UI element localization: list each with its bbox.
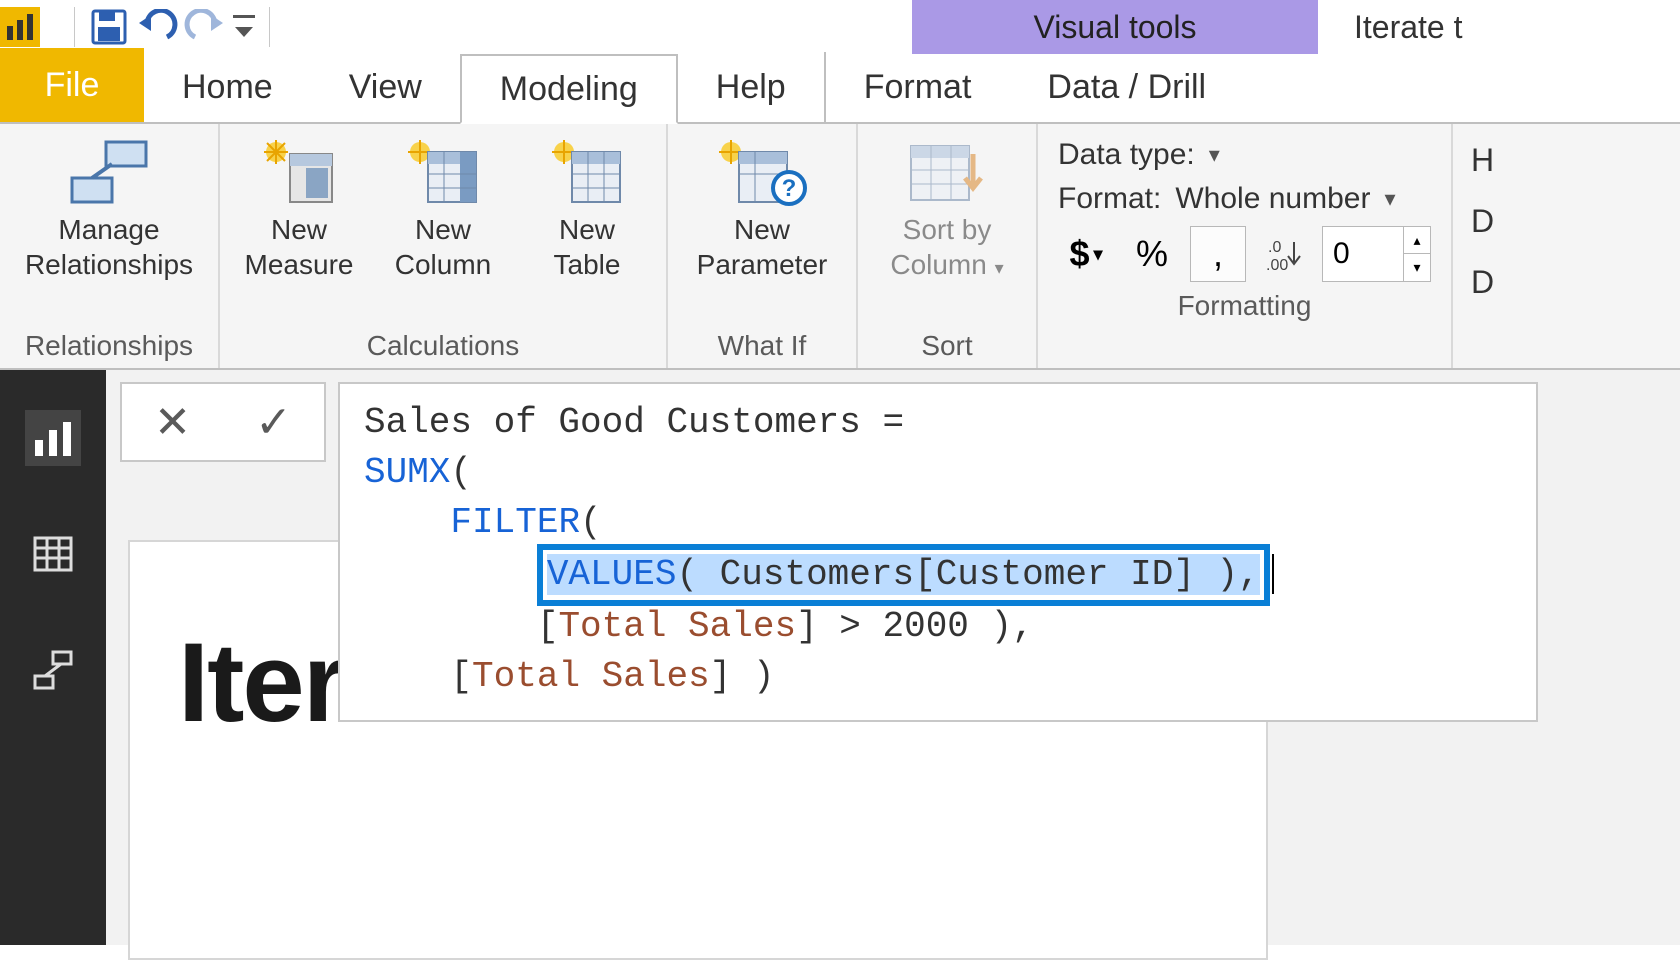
text-cursor xyxy=(1272,554,1274,594)
button-label: New Table xyxy=(554,212,621,282)
undo-button[interactable] xyxy=(133,3,181,51)
dax-function: FILTER xyxy=(450,502,580,543)
formula-bar-buttons: ✕ ✓ xyxy=(120,382,326,462)
group-relationships: Manage Relationships Relationships xyxy=(0,124,220,368)
ribbon-tabs: File Home View Modeling Help Format Data… xyxy=(0,54,1680,124)
format-value[interactable]: Whole number xyxy=(1175,182,1370,216)
tab-view[interactable]: View xyxy=(311,52,460,122)
tab-format[interactable]: Format xyxy=(826,52,1010,122)
contextual-tab-header: Visual tools xyxy=(912,0,1318,54)
dax-editor[interactable]: Sales of Good Customers = SUMX( FILTER( … xyxy=(338,382,1538,722)
tab-modeling[interactable]: Modeling xyxy=(460,54,678,124)
redo-button[interactable] xyxy=(181,3,229,51)
percent-format-button[interactable]: % xyxy=(1124,226,1180,282)
data-view-button[interactable] xyxy=(25,526,81,582)
group-label: Calculations xyxy=(367,326,520,368)
tab-label: Home xyxy=(182,68,273,107)
svg-text:.0: .0 xyxy=(1268,239,1281,256)
dax-measure: Total Sales xyxy=(472,656,710,697)
save-button[interactable] xyxy=(85,3,133,51)
decimal-places-icon: .0 .00 xyxy=(1256,226,1312,282)
dax-function: SUMX xyxy=(364,452,450,493)
report-view-button[interactable] xyxy=(25,410,81,466)
button-label: New Parameter xyxy=(697,212,828,282)
cancel-formula-button[interactable]: ✕ xyxy=(140,397,205,448)
view-rail xyxy=(0,370,106,945)
report-canvas[interactable]: Iter ✕ ✓ Sales of Good Customers = SUMX(… xyxy=(106,370,1680,945)
tab-label: Help xyxy=(716,68,786,107)
decimal-places-value: 0 xyxy=(1323,237,1403,271)
separator xyxy=(74,7,75,47)
file-tab[interactable]: File xyxy=(0,48,144,122)
button-label: Manage Relationships xyxy=(25,212,193,282)
new-measure-button[interactable]: New Measure xyxy=(234,134,364,282)
currency-format-button[interactable]: $ ▾ xyxy=(1058,226,1114,282)
svg-text:.00: .00 xyxy=(1266,257,1288,274)
chevron-down-icon[interactable]: ▾ xyxy=(1384,186,1395,212)
button-label: New Measure xyxy=(245,212,354,282)
decimal-places-input[interactable]: 0 ▴ ▾ xyxy=(1322,226,1431,282)
tab-label: Format xyxy=(864,68,972,107)
chevron-down-icon[interactable]: ▾ xyxy=(1209,142,1220,168)
selection-highlight: VALUES( Customers[Customer ID] ), xyxy=(537,544,1270,606)
dax-text: ( Customers[Customer ID] ), xyxy=(676,554,1259,595)
stub-text: D xyxy=(1471,264,1494,301)
group-label: What If xyxy=(718,326,807,368)
stub-text: H xyxy=(1471,142,1494,179)
group-sort: Sort by Column ▾ Sort xyxy=(858,124,1038,368)
group-calculations: New Measure New Column xyxy=(220,124,668,368)
tab-home[interactable]: Home xyxy=(144,52,311,122)
tab-label: View xyxy=(349,68,422,107)
model-view-button[interactable] xyxy=(25,642,81,698)
dax-function: VALUES xyxy=(547,554,677,595)
dax-measure: Total Sales xyxy=(558,606,796,647)
quick-access-toolbar: Visual tools Iterate t xyxy=(0,0,1680,54)
file-tab-label: File xyxy=(45,66,100,105)
tab-label: Modeling xyxy=(500,70,638,109)
thousands-separator-button[interactable]: , xyxy=(1190,226,1246,282)
main-area: Iter ✕ ✓ Sales of Good Customers = SUMX(… xyxy=(0,370,1680,945)
button-label: Sort by Column ▾ xyxy=(890,212,1003,282)
app-logo xyxy=(0,7,40,47)
spin-down-button[interactable]: ▾ xyxy=(1404,254,1430,281)
button-label: New Column xyxy=(395,212,491,282)
group-formatting: Data type: ▾ Format: Whole number ▾ $ ▾ … xyxy=(1038,124,1453,368)
tab-label: Data / Drill xyxy=(1047,68,1206,107)
new-column-button[interactable]: New Column xyxy=(378,134,508,282)
stub-text: D xyxy=(1471,203,1494,240)
manage-relationships-button[interactable]: Manage Relationships xyxy=(14,134,204,282)
ribbon-overflow: H D D xyxy=(1453,124,1494,368)
contextual-tab-label: Visual tools xyxy=(1033,9,1196,46)
ribbon: Manage Relationships Relationships New M… xyxy=(0,124,1680,370)
format-label: Format: xyxy=(1058,182,1161,216)
datatype-label: Data type: xyxy=(1058,138,1195,172)
new-table-button[interactable]: New Table xyxy=(522,134,652,282)
sort-by-column-button[interactable]: Sort by Column ▾ xyxy=(872,134,1022,282)
tab-data-drill[interactable]: Data / Drill xyxy=(1009,52,1244,122)
group-label: Sort xyxy=(921,326,972,368)
formula-bar: ✕ ✓ Sales of Good Customers = SUMX( FILT… xyxy=(120,382,1538,722)
dax-text: ) xyxy=(731,656,774,697)
group-whatif: ? New Parameter What If xyxy=(668,124,858,368)
new-parameter-button[interactable]: ? New Parameter xyxy=(682,134,842,282)
window-title: Iterate t xyxy=(1354,0,1463,54)
svg-text:?: ? xyxy=(782,175,797,202)
dax-text: Sales of Good Customers = xyxy=(364,402,904,443)
tab-help[interactable]: Help xyxy=(678,52,824,122)
commit-formula-button[interactable]: ✓ xyxy=(241,397,306,448)
group-label: Formatting xyxy=(1058,282,1431,328)
spin-up-button[interactable]: ▴ xyxy=(1404,227,1430,254)
qat-customize-button[interactable] xyxy=(229,3,259,51)
dax-text: > 2000 ), xyxy=(818,606,1034,647)
group-label: Relationships xyxy=(25,326,193,368)
separator xyxy=(269,7,270,47)
